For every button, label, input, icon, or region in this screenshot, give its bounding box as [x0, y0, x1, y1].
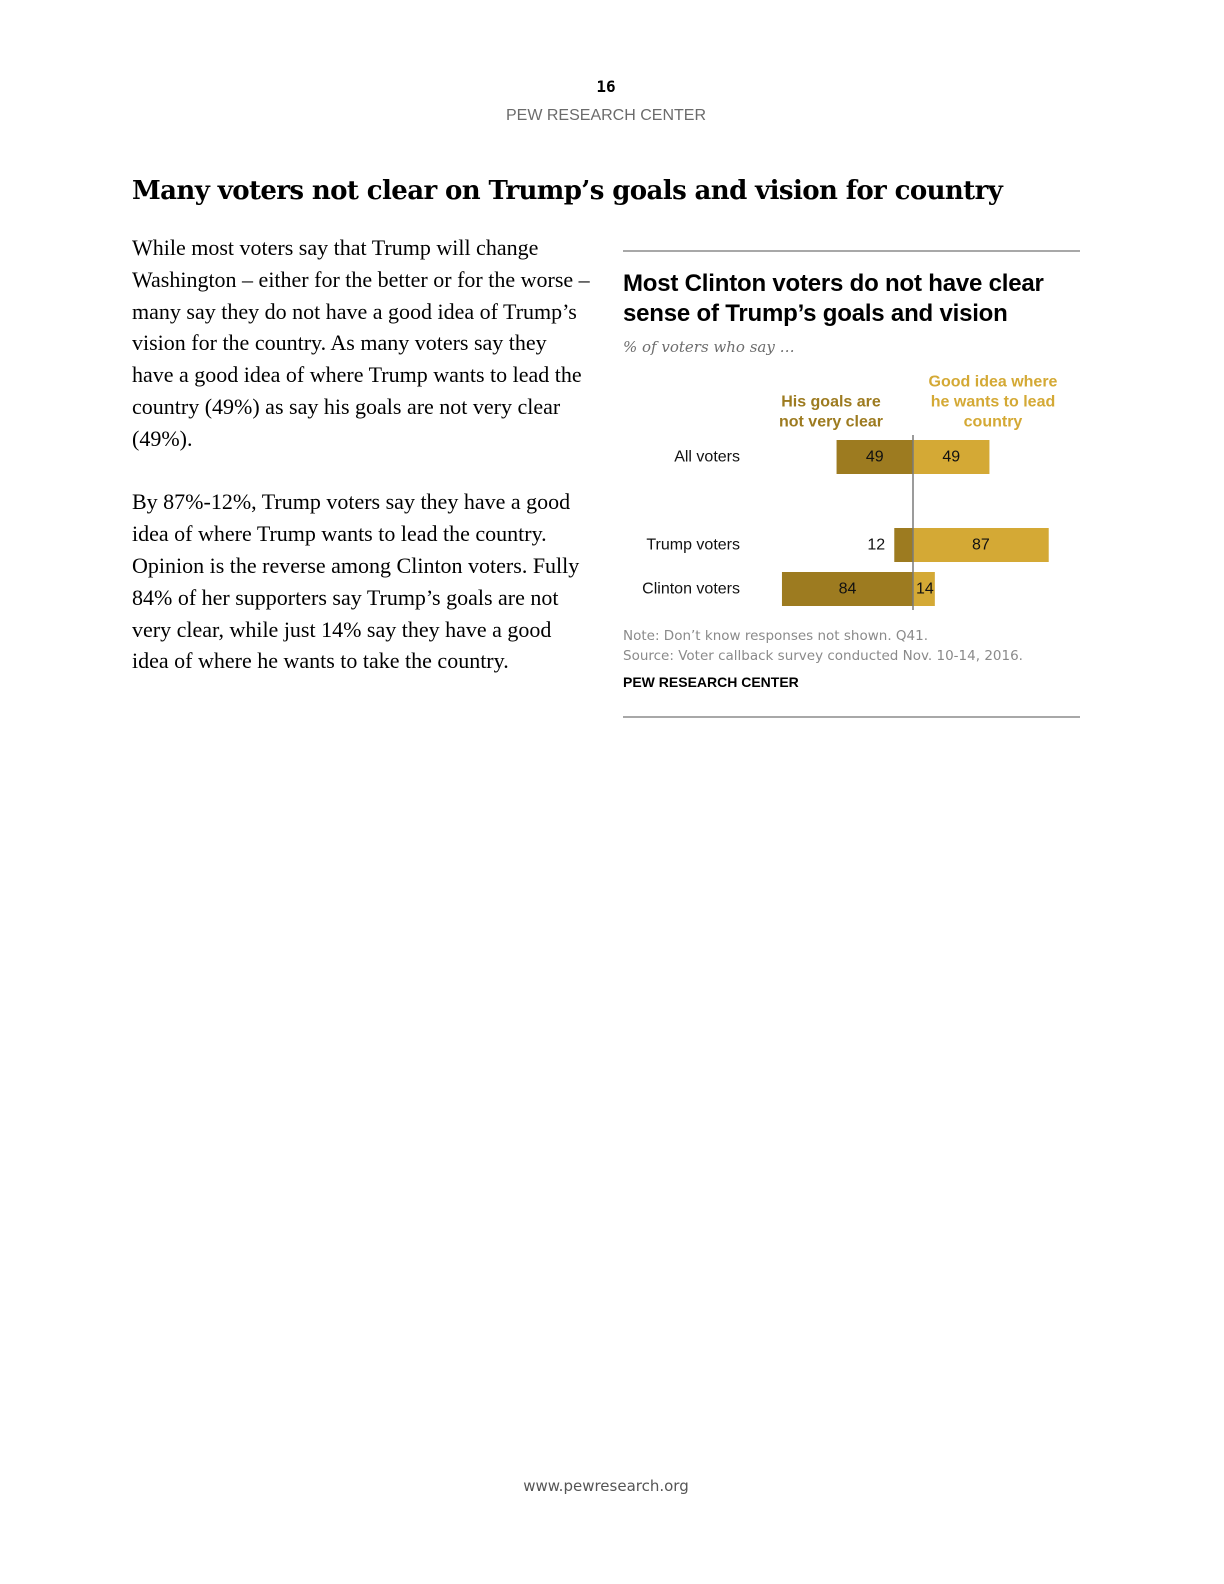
note-text: Note: Don’t know responses not shown. Q4…	[623, 628, 929, 644]
chart-org-label: PEW RESEARCH CENTER	[623, 674, 799, 690]
category-label: Clinton voters	[642, 581, 740, 598]
legend-label-not-clear: not very clear	[779, 414, 883, 431]
legend-label-good-idea: country	[964, 414, 1023, 431]
page-number: 16	[596, 77, 616, 96]
footer-url: www.pewresearch.org	[523, 1477, 689, 1495]
chart-figure: Most Clinton voters do not have clear se…	[623, 250, 1080, 718]
chart-title: Most Clinton voters do not have clear se…	[623, 270, 1044, 327]
legend-label-not-clear: His goals are	[781, 394, 881, 411]
bar-not-clear	[894, 528, 913, 562]
data-label-not-clear: 12	[867, 537, 885, 554]
legend-label-good-idea: he wants to lead	[931, 394, 1055, 411]
data-label-not-clear: 49	[866, 449, 884, 466]
category-label: Trump voters	[646, 537, 740, 554]
legend-label-good-idea: Good idea where	[929, 374, 1058, 391]
diverging-bar-chart: His goals are not very clear Good idea whe…	[642, 374, 1058, 610]
org-header: PEW RESEARCH CENTER	[505, 107, 707, 124]
paragraph: By 87%-12%, Trump voters say they have a…	[132, 489, 580, 674]
body-text: While most voters say that Trump will ch…	[132, 232, 592, 709]
data-label-good-idea: 49	[942, 449, 960, 466]
data-label-good-idea: 14	[916, 581, 934, 598]
category-label: All voters	[674, 449, 740, 466]
section-title: Many voters not clear on Trump’s goals a…	[132, 176, 1003, 206]
data-label-good-idea: 87	[972, 537, 990, 554]
data-label-not-clear: 84	[839, 581, 857, 598]
chart-subtitle: % of voters who say …	[623, 338, 795, 356]
source-text: Source: Voter callback survey conducted …	[623, 648, 1023, 664]
paragraph: While most voters say that Trump will ch…	[132, 235, 590, 451]
chart-note: Note: Don’t know responses not shown. Q4…	[623, 626, 1080, 666]
